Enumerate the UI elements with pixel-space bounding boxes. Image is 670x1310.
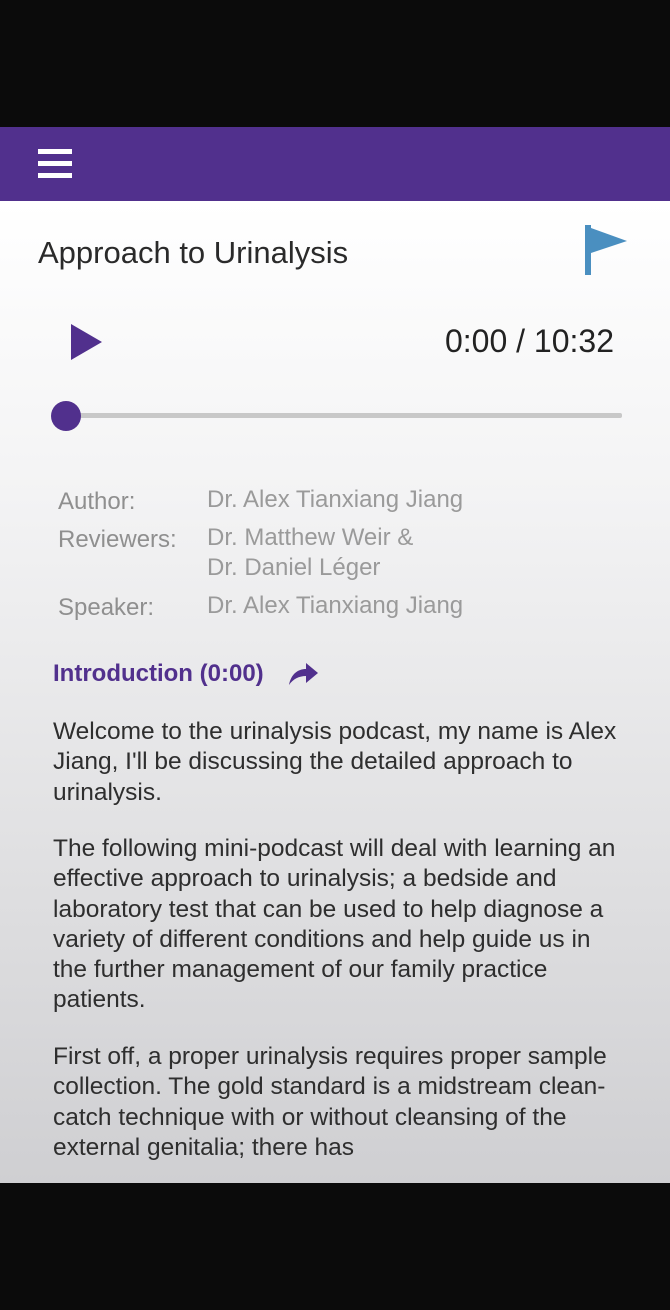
- transcript-paragraph: The following mini-podcast will deal wit…: [53, 835, 616, 1014]
- menu-bar-top: [38, 149, 72, 154]
- flag-icon-svg: [585, 225, 627, 275]
- speaker-value: Dr. Alex Tianxiang Jiang: [207, 592, 464, 619]
- hamburger-menu-icon[interactable]: [38, 149, 72, 179]
- page-title: Approach to Urinalysis: [38, 235, 349, 270]
- reviewers-value-line1: Dr. Matthew Weir &: [207, 524, 414, 551]
- play-icon: [71, 324, 102, 360]
- reviewers-value-line2: Dr. Daniel Léger: [207, 554, 381, 581]
- speaker-label: Speaker:: [58, 594, 155, 621]
- app-bar: [0, 127, 670, 201]
- share-arrow-icon[interactable]: [287, 661, 319, 687]
- episode-content: Approach to Urinalysis 0:00 / 10:32 Auth…: [0, 201, 670, 1183]
- menu-bar-middle: [38, 161, 72, 166]
- section-heading-introduction[interactable]: Introduction (0:00): [53, 660, 264, 688]
- author-label: Author:: [58, 488, 136, 515]
- share-arrow-svg: [289, 663, 318, 685]
- flag-icon[interactable]: [582, 223, 630, 277]
- transcript-paragraph: First off, a proper urinalysis requires …: [53, 1043, 607, 1161]
- seek-bar[interactable]: [66, 413, 622, 418]
- menu-bar-bottom: [38, 173, 72, 178]
- reviewers-label: Reviewers:: [58, 526, 177, 553]
- navigation-bar: [0, 1183, 670, 1310]
- author-value: Dr. Alex Tianxiang Jiang: [207, 486, 464, 513]
- status-bar: [0, 0, 670, 127]
- seek-thumb[interactable]: [51, 401, 81, 431]
- play-button[interactable]: [66, 321, 106, 363]
- transcript-paragraph: Welcome to the urinalysis podcast, my na…: [53, 718, 617, 806]
- time-display: 0:00 / 10:32: [444, 323, 614, 359]
